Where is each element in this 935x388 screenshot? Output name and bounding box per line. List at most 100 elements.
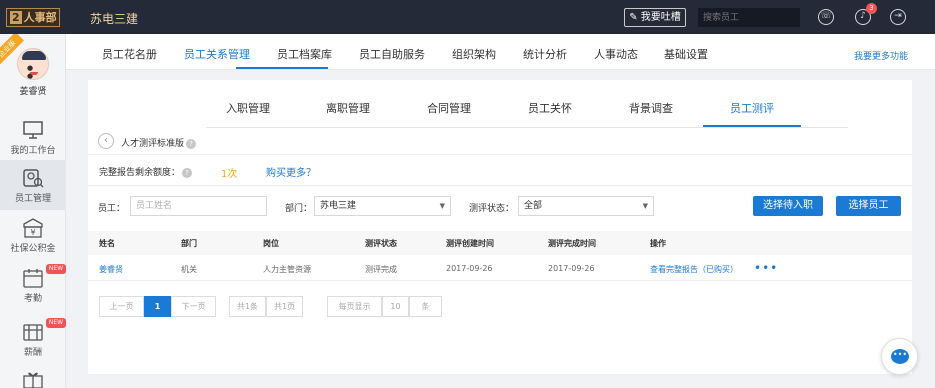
column-header-position: 岗位 [263,239,279,248]
tab-employee-assessment[interactable]: 员工测评 [730,100,774,116]
logo-text: 人事部 [23,11,57,24]
sidebar-item-attendance[interactable]: 考勤 [0,260,66,310]
headset-icon[interactable]: ☏ [818,9,834,25]
avatar[interactable]: ● ● [17,48,49,80]
divider [88,154,912,155]
table-header [88,231,912,255]
help-icon[interactable]: ? [182,167,193,178]
sidebar-item-label: 社保公积金 [10,244,56,254]
active-tab-indicator [236,67,328,69]
more-actions-icon[interactable]: ••• [754,262,778,274]
cell-position: 人力主管资源 [263,265,311,274]
tab-offboarding[interactable]: 离职管理 [326,100,370,116]
wallet-icon [23,324,43,341]
column-header-status: 测评状态 [365,239,397,248]
sidebar-item-employees[interactable]: 员工管理 [0,160,66,210]
page-1-button[interactable]: 1 [144,296,171,317]
column-header-completed: 测评完成时间 [548,239,596,248]
yen-shield-icon: ¥ [23,218,43,238]
tab-hr-news[interactable]: 人事动态 [594,46,638,62]
chat-button[interactable]: ••• [881,338,918,375]
status-value: 全部 [524,201,543,211]
tab-employee-self-service[interactable]: 员工自助服务 [359,46,425,62]
total-items: 共1条 [229,296,266,317]
divider [88,280,912,281]
feedback-label: 我要吐槽 [640,12,681,23]
department-value: 苏电三建 [320,201,357,211]
total-pages: 共1页 [266,296,303,317]
sidebar: 企业版 ● ● 姜睿贤 我的工作台 员工管理 ¥ 社保公积金 NEW 考勤 NE… [0,34,66,388]
employee-name-link[interactable]: 姜睿贤 [99,264,123,275]
notification-badge: 3 [866,3,877,14]
status-select[interactable]: 全部 ▼ [518,196,654,216]
page-title-text: 人才测评标准版 [121,139,185,149]
tab-statistics[interactable]: 统计分析 [523,46,567,62]
cell-created: 2017-09-26 [446,264,493,273]
buy-more-link[interactable]: 购买更多？ [266,164,316,179]
department-filter-label: 部门： [285,204,313,214]
sidebar-item-label: 我的工作台 [10,146,56,156]
calendar-icon [23,269,43,288]
tab-background-check[interactable]: 背景调查 [629,100,673,116]
sidebar-item-social-insurance[interactable]: ¥ 社保公积金 [0,210,66,260]
status-filter-label: 测评状态： [469,204,515,214]
quota-row: 完整报告剩余额度：? [99,165,193,178]
quota-label: 完整报告剩余额度： [99,168,181,178]
chevron-down-icon: ▼ [642,202,648,210]
edit-icon: ✎ [629,12,641,23]
tab-employee-care[interactable]: 员工关怀 [528,100,572,116]
app-logo[interactable]: 2 人事部 [6,8,60,27]
tab-employee-roster[interactable]: 员工花名册 [102,46,157,62]
page-title: 人才测评标准版? [121,136,197,149]
per-page-unit: 条 [409,296,442,317]
per-page-label: 每页显示 [327,296,382,317]
column-header-name: 姓名 [99,239,115,248]
employee-filter-label: 员工： [98,204,126,214]
tab-basic-settings[interactable]: 基础设置 [664,46,708,62]
cell-status: 测评完成 [365,265,397,274]
per-page-select[interactable]: 10 [382,296,409,317]
chat-bubble-icon: ••• [891,349,909,364]
sidebar-item-label: 员工管理 [14,194,51,204]
tab-contracts[interactable]: 合同管理 [427,100,471,116]
view-full-report-link[interactable]: 查看完整报告（已购买） [650,264,738,275]
sidebar-item-workbench[interactable]: 我的工作台 [0,112,66,162]
top-bar: 2人事部 苏电三建 ✎ 我要吐槽 ☏ ♪ 3 ⇥ [0,0,935,34]
tab-employee-archive[interactable]: 员工档案库 [277,46,332,62]
chevron-down-icon: ▼ [439,202,445,210]
cell-department: 机关 [181,265,197,274]
select-pending-button[interactable]: 选择待入职 [753,196,823,216]
tab-onboarding[interactable]: 入职管理 [226,100,270,116]
next-page-button[interactable]: 下一页 [171,296,216,317]
main-nav: 员工花名册 员工关系管理 员工档案库 员工自助服务 组织架构 统计分析 人事动态… [66,34,935,70]
content-card: 入职管理 离职管理 合同管理 员工关怀 背景调查 员工测评 ‹ 人才测评标准版?… [88,80,912,374]
department-select[interactable]: 苏电三建 ▼ [314,196,451,216]
employee-name-input[interactable]: 员工姓名 [130,196,267,216]
sidebar-item-salary[interactable]: 薪酬 [0,314,66,364]
username: 姜睿贤 [19,87,47,97]
sidebar-item-label: 薪酬 [23,348,42,358]
column-header-department: 部门 [181,239,197,248]
select-employee-button[interactable]: 选择员工 [836,196,901,216]
cell-completed: 2017-09-26 [548,264,595,273]
company-name: 苏电三建 [90,12,139,26]
chef-hat [22,51,46,60]
tab-org-structure[interactable]: 组织架构 [452,46,496,62]
sidebar-item-label: 考勤 [23,294,42,304]
back-button[interactable]: ‹ [98,133,114,149]
monitor-icon [23,121,43,139]
more-features-link[interactable]: 我要更多功能 [854,49,908,62]
column-header-created: 测评创建时间 [446,239,494,248]
employee-icon [23,169,44,188]
column-header-action: 操作 [650,239,666,248]
tab-employee-relations[interactable]: 员工关系管理 [184,46,250,62]
logo-number: 2 [10,11,22,24]
logout-icon[interactable]: ⇥ [890,9,906,25]
help-icon[interactable]: ? [186,138,197,149]
prev-page-button[interactable]: 上一页 [99,296,144,317]
gift-icon[interactable] [22,370,44,388]
active-subtab-indicator [703,125,801,127]
feedback-button[interactable]: ✎ 我要吐槽 [624,8,686,27]
search-employee-input[interactable] [698,8,800,27]
svg-text:¥: ¥ [30,228,35,237]
